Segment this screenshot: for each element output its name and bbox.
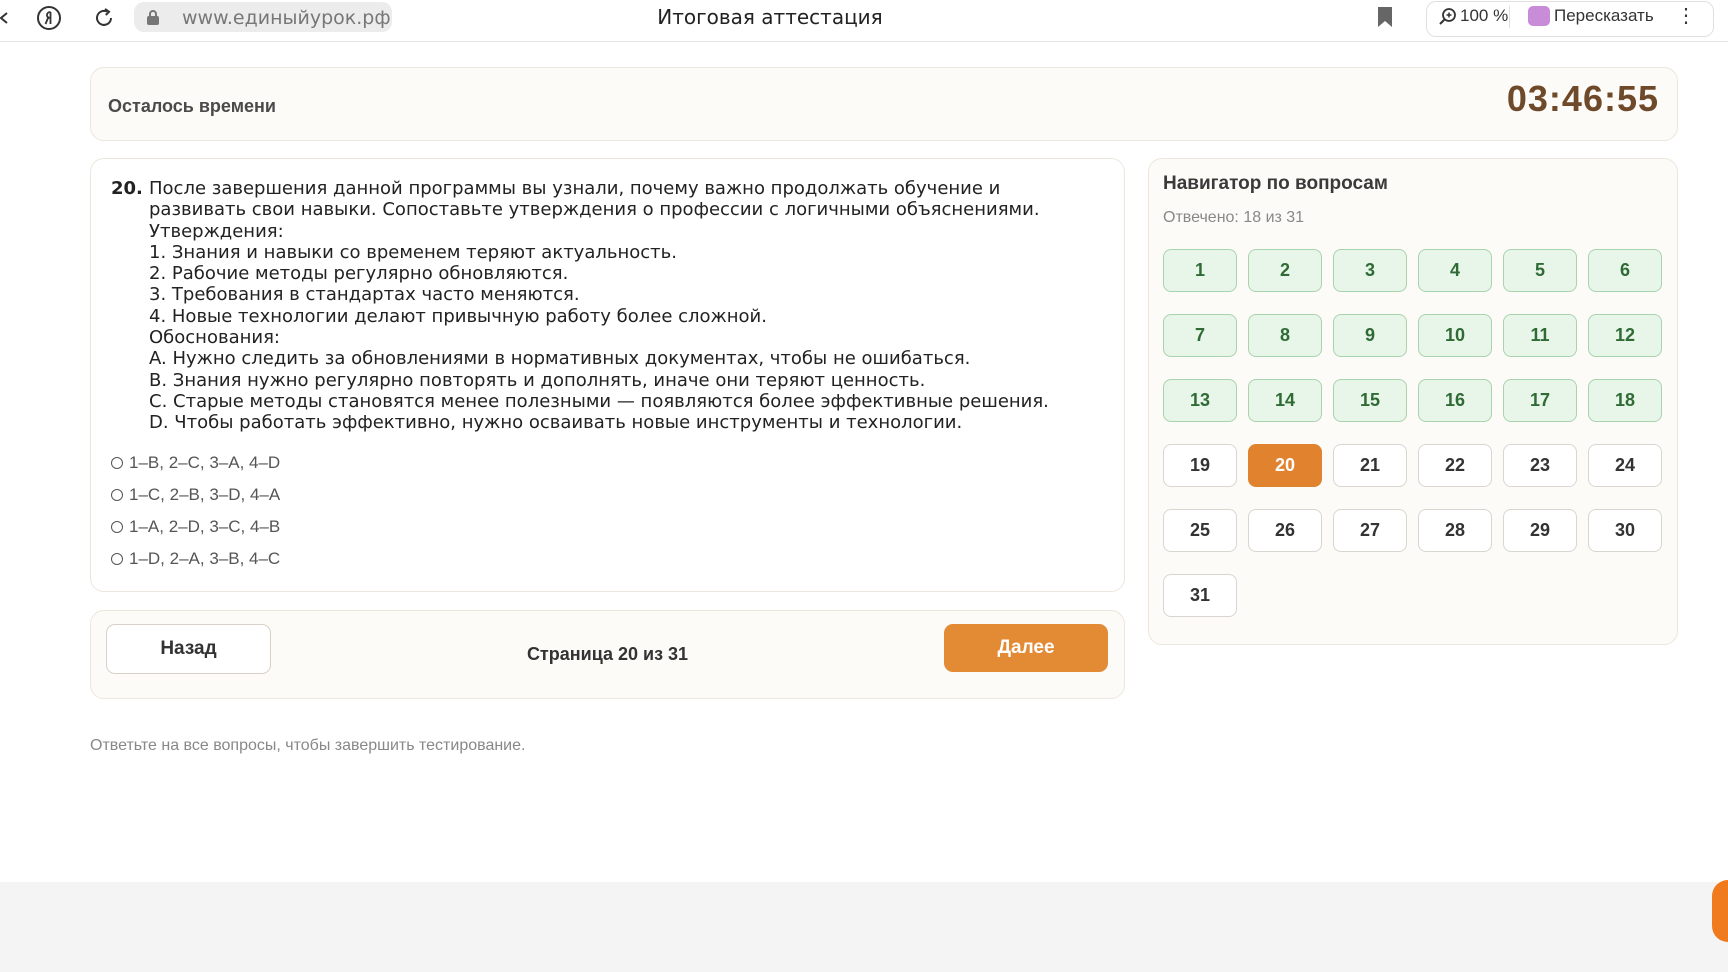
url-text: www.единыйурок.рф (182, 7, 391, 29)
question-nav-button-10[interactable]: 10 (1418, 314, 1492, 357)
question-nav-button-14[interactable]: 14 (1248, 379, 1322, 422)
question-nav-button-9[interactable]: 9 (1333, 314, 1407, 357)
question-nav-button-26[interactable]: 26 (1248, 509, 1322, 552)
question-nav-button-29[interactable]: 29 (1503, 509, 1577, 552)
question-nav-button-7[interactable]: 7 (1163, 314, 1237, 357)
more-menu-icon[interactable]: ⋮ (1676, 6, 1696, 28)
question-nav-button-12[interactable]: 12 (1588, 314, 1662, 357)
question-nav-button-19[interactable]: 19 (1163, 444, 1237, 487)
question-nav-button-31[interactable]: 31 (1163, 574, 1237, 617)
question-nav-button-1[interactable]: 1 (1163, 249, 1237, 292)
question-nav-button-18[interactable]: 18 (1588, 379, 1662, 422)
address-bar[interactable]: www.единыйурок.рф (134, 2, 392, 32)
question-nav-button-25[interactable]: 25 (1163, 509, 1237, 552)
answer-option[interactable]: 1–C, 2–B, 3–D, 4–A (111, 479, 280, 511)
question-nav-button-30[interactable]: 30 (1588, 509, 1662, 552)
back-arrow-icon[interactable] (0, 3, 20, 33)
question-nav-button-11[interactable]: 11 (1503, 314, 1577, 357)
question-line: Обоснования: (149, 327, 280, 349)
question-line: 4. Новые технологии делают привычную раб… (149, 305, 767, 327)
zoom-level[interactable]: 100 % (1460, 6, 1508, 26)
radio-button[interactable] (111, 521, 123, 533)
radio-button[interactable] (111, 489, 123, 501)
question-nav-button-3[interactable]: 3 (1333, 249, 1407, 292)
timer-card: Осталось времени 03:46:55 (90, 67, 1678, 141)
question-nav-button-16[interactable]: 16 (1418, 379, 1492, 422)
question-line: 3. Требования в стандартах часто меняютс… (149, 284, 580, 306)
question-nav-button-13[interactable]: 13 (1163, 379, 1237, 422)
navigator-title: Навигатор по вопросам (1163, 173, 1388, 194)
question-nav-button-24[interactable]: 24 (1588, 444, 1662, 487)
bookmark-icon[interactable] (1376, 6, 1394, 28)
tab-title: Итоговая аттестация (657, 5, 883, 29)
answer-options: 1–B, 2–C, 3–A, 4–D 1–C, 2–B, 3–D, 4–A 1–A,… (111, 447, 280, 575)
question-nav-button-5[interactable]: 5 (1503, 249, 1577, 292)
question-nav-button-27[interactable]: 27 (1333, 509, 1407, 552)
question-nav-button-15[interactable]: 15 (1333, 379, 1407, 422)
answer-option-label: 1–D, 2–A, 3–B, 4–C (129, 549, 281, 568)
question-nav-button-28[interactable]: 28 (1418, 509, 1492, 552)
question-line: C. Старые методы становятся менее полезн… (149, 390, 1049, 412)
question-line: После завершения данной программы вы узн… (149, 178, 1001, 199)
question-nav-button-6[interactable]: 6 (1588, 249, 1662, 292)
question-nav-button-23[interactable]: 23 (1503, 444, 1577, 487)
pagination-card: Назад Страница 20 из 31 Далее (90, 610, 1125, 699)
question-number: 20. (111, 178, 143, 199)
question-nav-button-8[interactable]: 8 (1248, 314, 1322, 357)
yandex-icon[interactable] (34, 3, 64, 33)
question-nav-button-20[interactable]: 20 (1248, 444, 1322, 487)
retell-icon[interactable] (1528, 6, 1550, 26)
browser-toolbar: www.единыйурок.рф Итоговая аттестация 10… (0, 0, 1728, 42)
question-line: Утверждения: (149, 220, 284, 242)
answer-option[interactable]: 1–B, 2–C, 3–A, 4–D (111, 447, 280, 479)
question-line: B. Знания нужно регулярно повторять и до… (149, 369, 926, 391)
toolbar-divider (1509, 6, 1510, 28)
question-nav-button-4[interactable]: 4 (1418, 249, 1492, 292)
answer-option-label: 1–A, 2–D, 3–C, 4–B (129, 517, 281, 536)
answered-count: Отвечено: 18 из 31 (1163, 209, 1305, 226)
question-line: 2. Рабочие методы регулярно обновляются. (149, 263, 569, 285)
question-nav-button-17[interactable]: 17 (1503, 379, 1577, 422)
page-footer (0, 882, 1728, 972)
reload-icon[interactable] (89, 3, 119, 33)
question-nav-button-2[interactable]: 2 (1248, 249, 1322, 292)
question-nav-button-21[interactable]: 21 (1333, 444, 1407, 487)
zoom-icon[interactable] (1438, 6, 1458, 26)
question-line: D. Чтобы работать эффективно, нужно осва… (149, 412, 963, 434)
answer-option[interactable]: 1–A, 2–D, 3–C, 4–B (111, 511, 280, 543)
question-line: A. Нужно следить за обновлениями в норма… (149, 348, 971, 370)
radio-button[interactable] (111, 553, 123, 565)
next-button[interactable]: Далее (944, 624, 1108, 672)
radio-button[interactable] (111, 457, 123, 469)
question-card: 20. После завершения данной программы вы… (90, 158, 1125, 592)
retell-button[interactable]: Пересказать (1554, 6, 1654, 26)
timer-value: 03:46:55 (1506, 78, 1659, 119)
timer-label: Осталось времени (108, 96, 276, 116)
question-line: развивать свои навыки. Сопоставьте утвер… (149, 199, 1040, 221)
lock-icon (147, 10, 159, 25)
question-navigator: Навигатор по вопросам Отвечено: 18 из 31… (1148, 158, 1678, 645)
question-line: 1. Знания и навыки со временем теряют ак… (149, 241, 677, 263)
question-text: После завершения данной программы вы узн… (149, 178, 1109, 434)
completion-hint: Ответьте на все вопросы, чтобы завершить… (90, 737, 526, 754)
answer-option[interactable]: 1–D, 2–A, 3–B, 4–C (111, 543, 280, 575)
answer-option-label: 1–C, 2–B, 3–D, 4–A (129, 485, 281, 504)
question-grid: 1 2 3 4 5 6 7 8 9 10 11 12 13 14 15 16 17 18 19 20 21 22 23 24 2… (1163, 249, 1662, 617)
answer-option-label: 1–B, 2–C, 3–A, 4–D (129, 453, 281, 472)
floating-action-button[interactable] (1712, 880, 1728, 942)
question-nav-button-22[interactable]: 22 (1418, 444, 1492, 487)
